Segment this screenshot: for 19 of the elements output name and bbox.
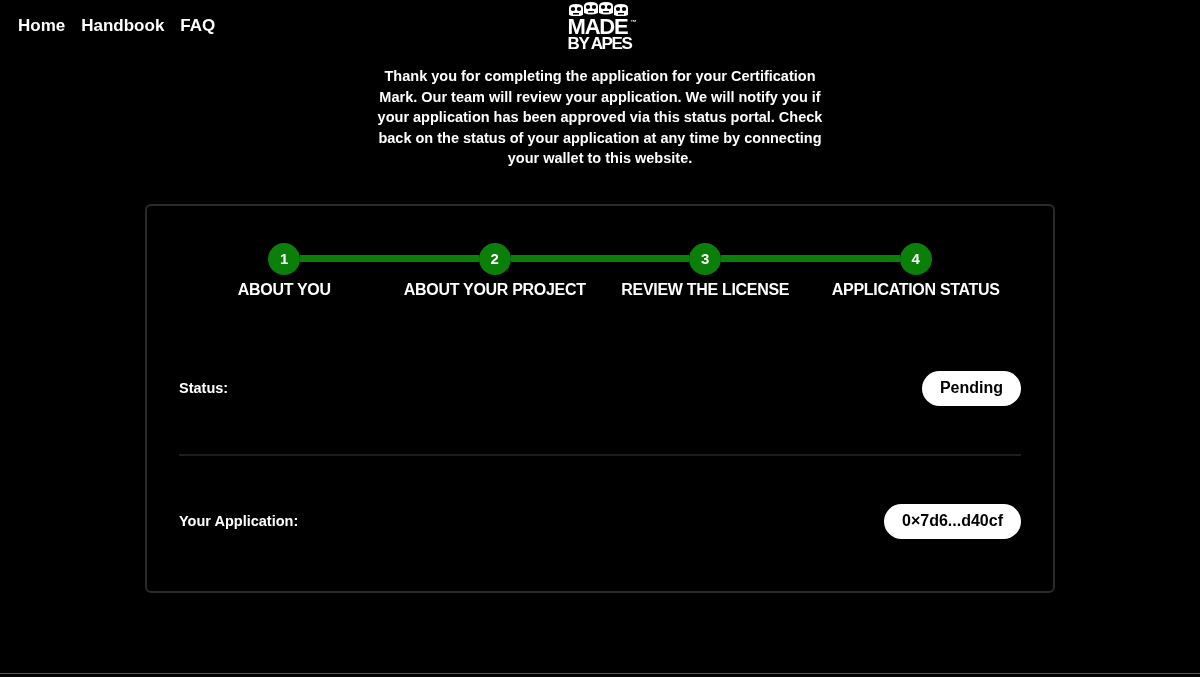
- nav-link[interactable]: Handbook: [81, 16, 165, 36]
- nav-link[interactable]: FAQ: [180, 16, 216, 36]
- detail-label: Your Application:: [179, 512, 299, 530]
- application-address-link[interactable]: 0×7d6...d40cf: [884, 503, 1021, 539]
- status-badge: Pending: [921, 370, 1021, 406]
- step-label: ABOUT YOUR PROJECT: [403, 280, 586, 299]
- logo-text: MADE: [567, 18, 628, 36]
- step-label: ABOUT YOU: [237, 280, 331, 299]
- step-label: REVIEW THE LICENSE: [621, 280, 790, 299]
- step-number: 3: [689, 242, 722, 275]
- step-number: 2: [478, 242, 511, 275]
- logo-text: BY APES: [567, 36, 632, 52]
- nav-link[interactable]: Home: [18, 16, 66, 36]
- cartoon-faces-icon: [567, 2, 630, 16]
- step-number: 4: [899, 242, 932, 275]
- intro-paragraph: Thank you for completing the application for your Certification Mark. Our team will review your application. We will notify you if your application has been approved via this status portal. Check back on the status of your application at any time by connecting your wallet to this website.: [376, 67, 824, 168]
- step-number: 1: [268, 242, 301, 275]
- step-label: APPLICATION STATUS: [831, 280, 1000, 299]
- detail-label: Status:: [179, 379, 229, 397]
